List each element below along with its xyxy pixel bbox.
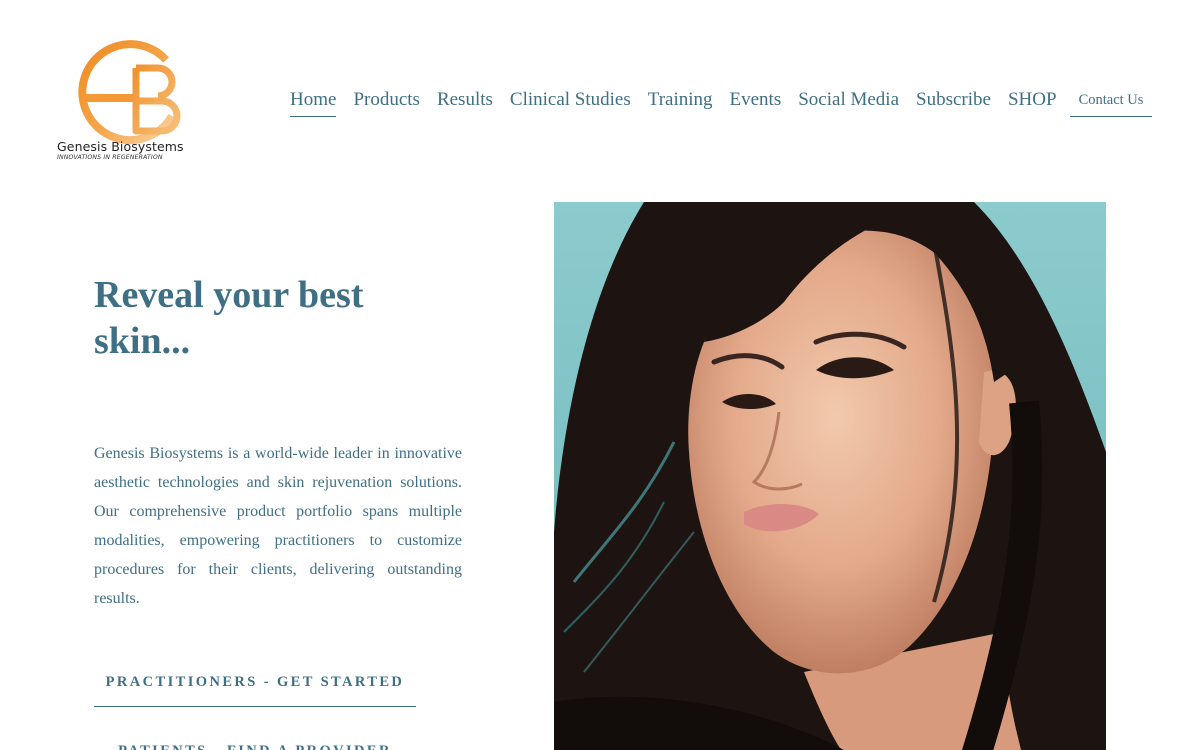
nav-item-home[interactable]: Home [290,89,337,117]
brand-name: Genesis Biosystems [57,139,184,154]
hero-portrait-image [554,202,1106,750]
nav-item-subscribe[interactable]: Subscribe [916,89,991,116]
page: Genesis Biosystems INNOVATIONS IN REGENE… [0,0,1200,750]
main-nav: Home Products Results Clinical Studies T… [290,89,1074,117]
patients-find-provider-button[interactable]: PATIENTS - FIND A PROVIDER [94,742,416,750]
contact-us-button[interactable]: Contact Us [1070,91,1152,117]
nav-item-shop[interactable]: SHOP [1008,89,1057,116]
practitioners-get-started-button[interactable]: PRACTITIONERS - GET STARTED [94,673,416,707]
hero-title: Reveal your best skin... [94,274,364,362]
brand-tagline: INNOVATIONS IN REGENERATION [57,154,163,161]
nav-item-clinical-studies[interactable]: Clinical Studies [510,89,631,116]
nav-item-results[interactable]: Results [437,89,493,116]
hero-description: Genesis Biosystems is a world-wide leade… [94,445,462,607]
nav-item-events[interactable]: Events [730,89,782,116]
nav-item-products[interactable]: Products [353,89,420,116]
nav-item-social-media[interactable]: Social Media [798,89,899,116]
nav-item-training[interactable]: Training [648,89,713,116]
